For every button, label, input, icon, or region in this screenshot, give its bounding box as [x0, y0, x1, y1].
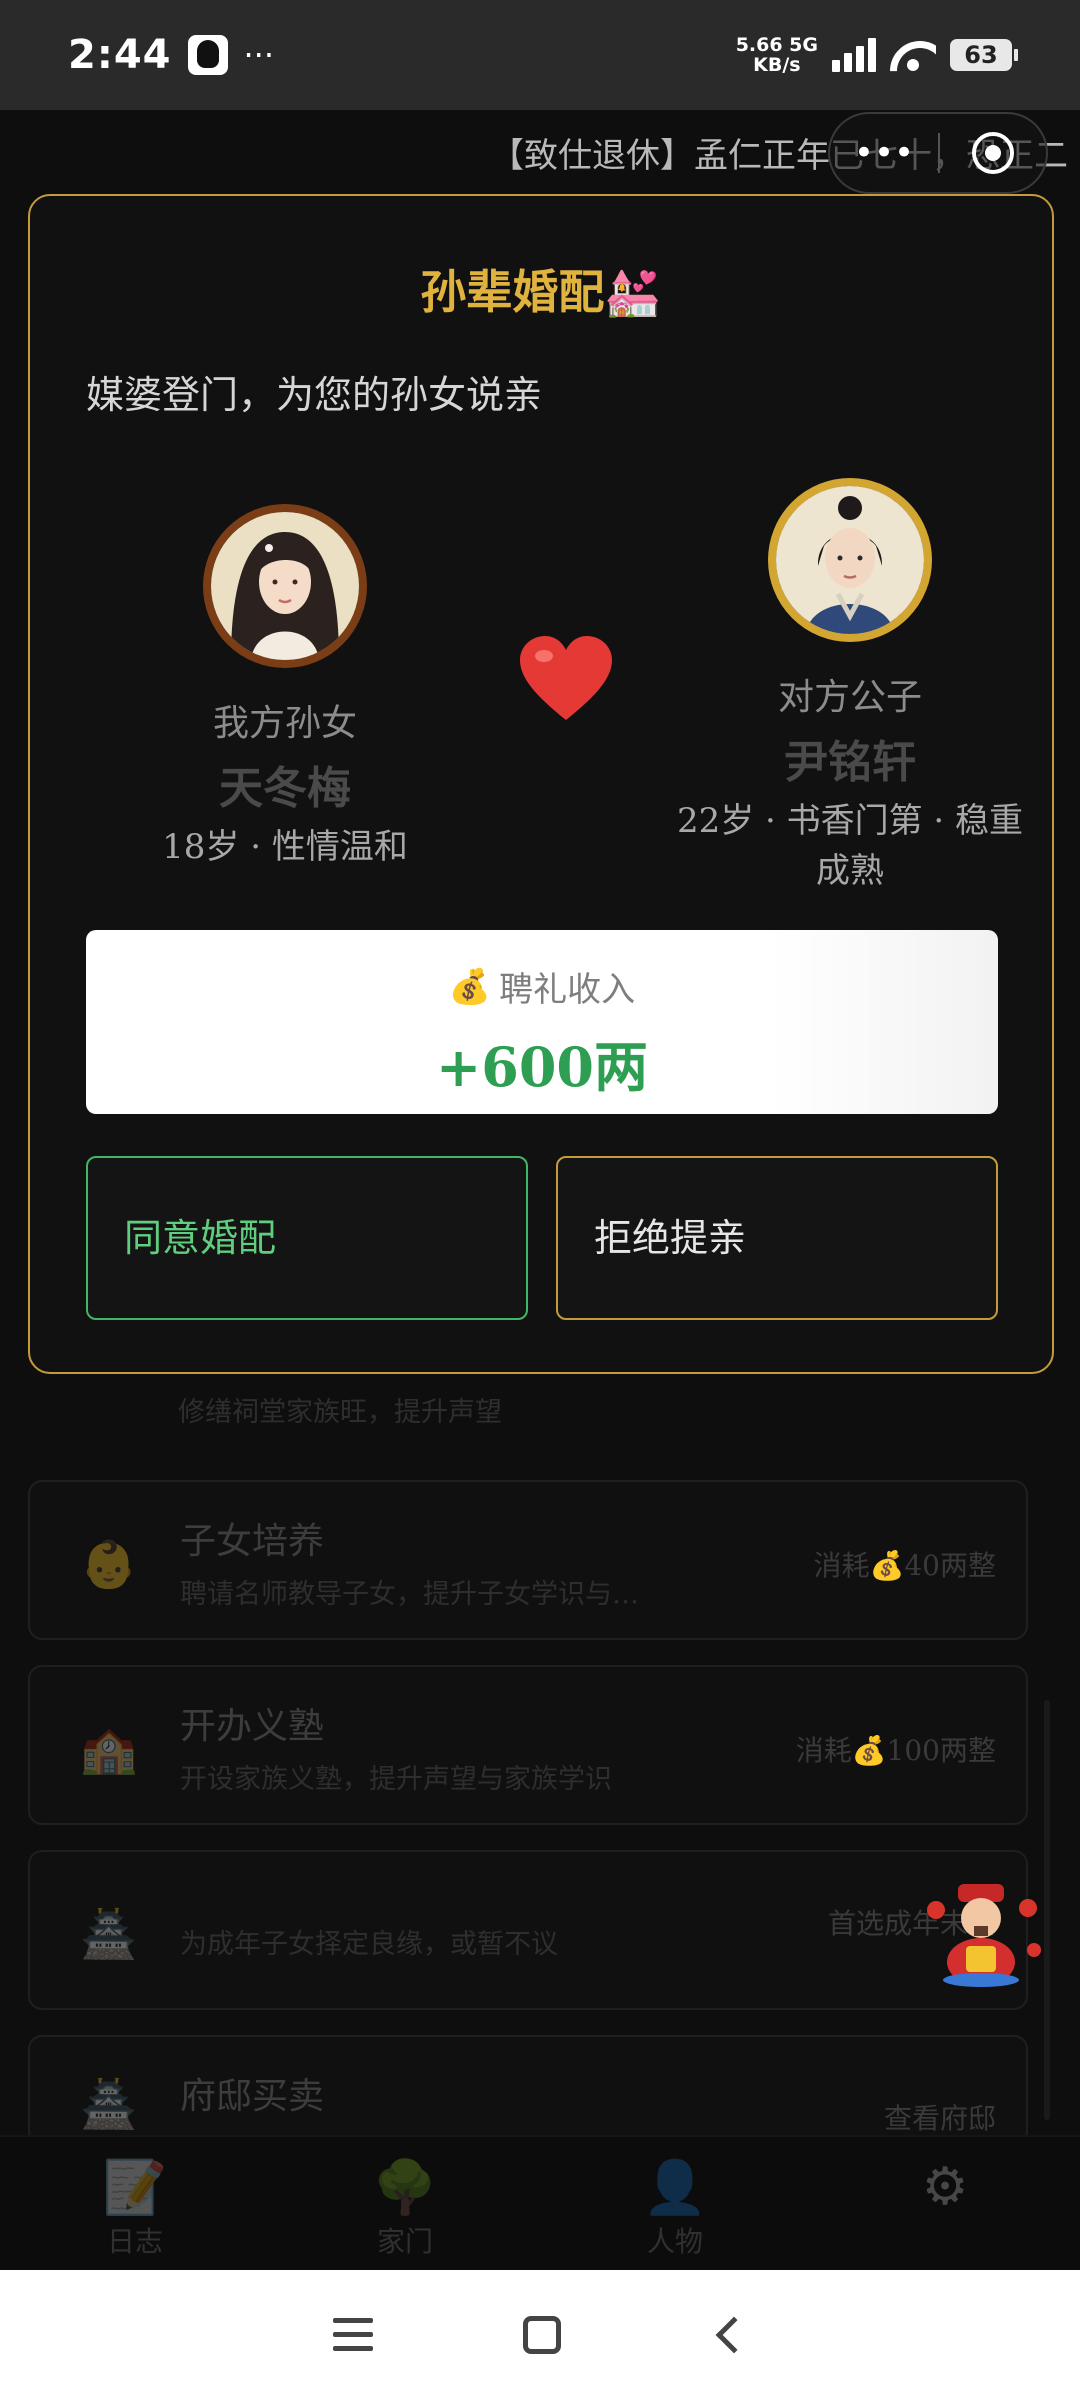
- gift-amount: +600两: [436, 1035, 648, 1099]
- reject-proposal-button[interactable]: 拒绝提亲: [556, 1156, 998, 1320]
- baby-icon: 👶: [80, 1537, 138, 1591]
- background-card-cost: 消耗💰100两整: [795, 1734, 996, 1767]
- bottom-nav: 📝 日志 🌳 家门 👤 人物 ⚙: [0, 2135, 1080, 2270]
- background-card-title: 开办义塾: [180, 1706, 325, 1747]
- groom-info: 22岁 · 书香门第 · 稳重 成熟: [630, 796, 1070, 896]
- groom-info-line: 22岁 · 书香门第 · 稳重: [676, 801, 1024, 841]
- background-card-marriage: 🏯 为成年子女择定良缘，或暂不议 首选成年未婚: [28, 1850, 1028, 2010]
- gift-label: 聘礼收入: [499, 970, 636, 1010]
- memo-icon: 📝: [102, 2158, 168, 2218]
- agree-marriage-button[interactable]: 同意婚配: [86, 1156, 528, 1320]
- nav-label: 家门: [376, 2225, 433, 2258]
- status-indicators: 5.66 5G KB/s 63: [736, 35, 1018, 75]
- dialog-title: 孙辈婚配💒: [420, 265, 662, 319]
- groom-name: 尹铭轩: [784, 737, 916, 788]
- capsule-menu-icon[interactable]: •••: [830, 133, 938, 173]
- person-icon: 👤: [642, 2158, 708, 2218]
- bride-role: 我方孙女: [212, 703, 357, 744]
- network-speed-value: 5.66 5G: [735, 34, 818, 56]
- school-icon: 🏫: [80, 1722, 138, 1776]
- bride-avatar: [203, 504, 367, 668]
- background-card-children: 👶 子女培养 聘请名师教导子女，提升子女学识与… 消耗💰40两整: [28, 1480, 1028, 1640]
- wifi-icon: [890, 37, 936, 73]
- home-icon[interactable]: [523, 2316, 561, 2354]
- mansion-icon: 🏯: [80, 1907, 138, 1961]
- network-speed: 5.66 5G KB/s: [736, 35, 818, 75]
- background-card-desc: 为成年子女择定良缘，或暂不议: [180, 1929, 558, 1960]
- background-card-mansion: 🏯 府邸买卖 查看府邸: [28, 2035, 1028, 2145]
- recent-apps-icon[interactable]: [333, 2318, 373, 2352]
- capsule-close-icon[interactable]: [940, 132, 1046, 174]
- tree-icon: 🌳: [372, 2158, 438, 2218]
- groom-info-line: 成熟: [816, 851, 884, 891]
- nav-label: 人物: [646, 2225, 703, 2258]
- nav-item-settings: ⚙: [810, 2137, 1080, 2270]
- god-of-wealth-mascot-icon[interactable]: [916, 1880, 1046, 1990]
- betrothal-gift-panel: 💰 聘礼收入 +600两: [86, 930, 998, 1114]
- nav-item-family: 🌳 家门: [270, 2137, 540, 2270]
- dialog-subtitle: 媒婆登门，为您的孙女说亲: [86, 373, 543, 417]
- gear-icon: ⚙: [921, 2157, 969, 2217]
- groom-profile: 对方公子 尹铭轩 22岁 · 书香门第 · 稳重 成熟: [630, 478, 1070, 896]
- nav-item-log: 📝 日志: [0, 2137, 270, 2270]
- status-bar: 2:44 ··· 5.66 5G KB/s 63: [0, 0, 1080, 110]
- mini-program-capsule: •••: [828, 112, 1048, 194]
- background-card-title: 府邸买卖: [180, 2076, 325, 2117]
- battery-icon: 63: [950, 39, 1018, 71]
- background-card-title: 子女培养: [180, 1521, 325, 1562]
- background-card-desc: 修缮祠堂家族旺，提升声望: [178, 1397, 502, 1428]
- cellular-signal-icon: [832, 38, 876, 72]
- background-card-school: 🏫 开办义塾 开设家族义塾，提升声望与家族学识 消耗💰100两整: [28, 1665, 1028, 1825]
- background-card-cost: 消耗💰40两整: [813, 1549, 997, 1582]
- nav-label: 日志: [106, 2225, 163, 2258]
- background-card-cost: 查看府邸: [883, 2102, 996, 2135]
- gift-label-row: 💰 聘礼收入: [86, 962, 998, 1011]
- grandchild-marriage-dialog: 孙辈婚配💒 媒婆登门，为您的孙女说亲 我方孙女 天冬梅 18岁 · 性情温和 对…: [28, 194, 1054, 1374]
- nav-item-characters: 👤 人物: [540, 2137, 810, 2270]
- heart-icon: [520, 636, 612, 720]
- background-card-desc: 聘请名师教导子女，提升子女学识与…: [180, 1579, 639, 1610]
- groom-role: 对方公子: [777, 677, 922, 718]
- bride-profile: 我方孙女 天冬梅 18岁 · 性情温和: [80, 504, 490, 872]
- status-time: 2:44: [68, 32, 172, 78]
- bride-name: 天冬梅: [219, 763, 351, 814]
- money-bag-icon: 💰: [448, 966, 492, 1007]
- mansion-icon: 🏯: [80, 2077, 138, 2131]
- groom-avatar: [768, 478, 932, 642]
- more-notifications-icon: ···: [243, 36, 275, 74]
- qq-notification-icon: [187, 35, 228, 75]
- background-card-desc: 开设家族义塾，提升声望与家族学识: [180, 1764, 612, 1795]
- bride-info: 18岁 · 性情温和: [162, 827, 408, 867]
- back-icon[interactable]: [715, 2316, 753, 2354]
- network-speed-unit: KB/s: [753, 54, 801, 76]
- system-nav-bar: [0, 2270, 1080, 2400]
